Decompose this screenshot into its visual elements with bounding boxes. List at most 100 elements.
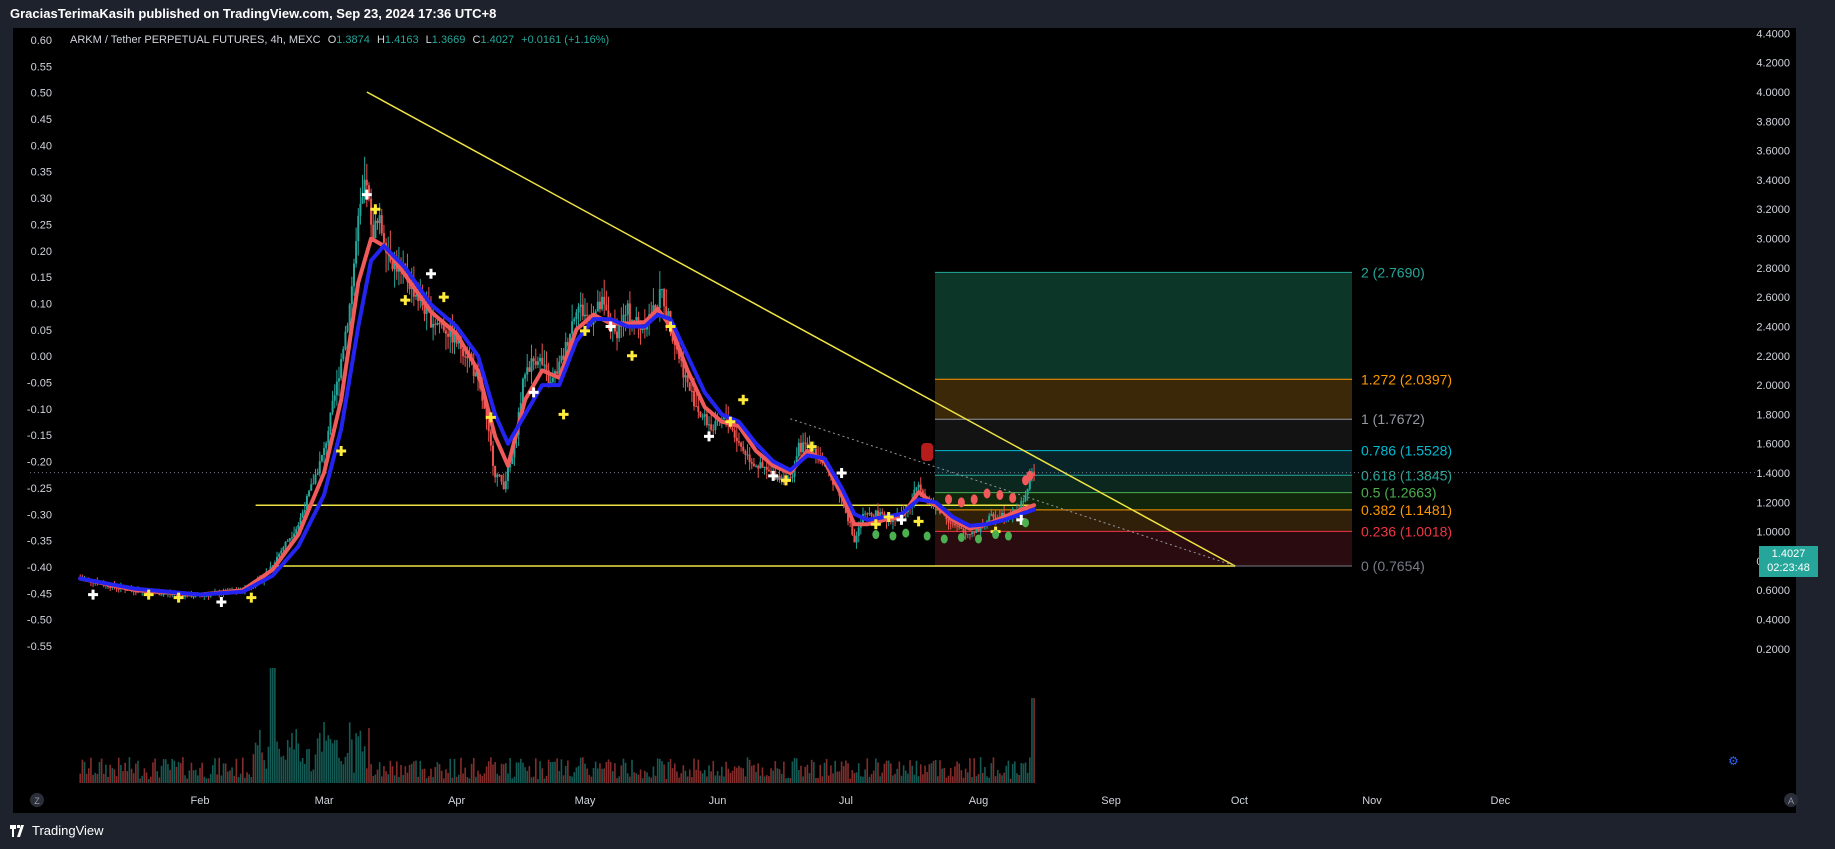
tradingview-brand[interactable]: TradingView	[10, 813, 104, 849]
candle-body	[667, 311, 670, 316]
volume-bar	[366, 768, 368, 783]
volume-bar	[635, 773, 638, 783]
candle-body	[1026, 489, 1029, 496]
price-chart[interactable]: 2 (2.7690) 1.272 (2.0397) 1 (1.7672) 0.786 …	[0, 0, 1835, 849]
volume-bar	[1001, 775, 1003, 783]
volume-bar	[457, 774, 460, 783]
candle-body	[737, 441, 740, 443]
signals-layer	[88, 189, 1034, 607]
volume-bar	[306, 749, 308, 783]
volume-bar	[515, 762, 518, 783]
volume-bar	[1005, 765, 1008, 783]
volume-bar	[113, 769, 116, 783]
volume-bar	[900, 775, 903, 783]
volume-bar	[505, 763, 507, 783]
volume-bar	[128, 757, 131, 783]
volume-bar	[303, 763, 306, 783]
left-axis-tick-label: 0.40	[31, 140, 52, 152]
volume-bar	[218, 757, 221, 783]
candle-body	[278, 553, 281, 557]
volume-bar	[1022, 763, 1025, 783]
volume-bar	[267, 746, 270, 783]
candle-body	[806, 443, 809, 445]
left-axis-tick-label: -0.45	[27, 588, 52, 600]
volume-bar	[999, 773, 1001, 783]
symbol-legend[interactable]: ARKM / Tether PERPETUAL FUTURES, 4h, MEX…	[70, 34, 609, 46]
volume-bar	[220, 775, 223, 783]
x-axis-tick-label: Apr	[448, 795, 465, 807]
compare-icon[interactable]: ⚙	[1728, 754, 1739, 768]
candle-body	[740, 442, 743, 447]
volume-bar	[684, 770, 687, 783]
volume-bar	[793, 757, 796, 783]
volume-bar	[124, 762, 126, 783]
volume-bar	[896, 768, 899, 783]
volume-bar	[87, 768, 90, 783]
volume-bar	[648, 776, 650, 783]
volume-bar	[590, 776, 593, 783]
volume-bar	[237, 777, 240, 783]
candle-body	[960, 527, 963, 529]
volume-bar	[738, 765, 740, 783]
left-axis-tick-label: 0.10	[31, 298, 52, 310]
right-axis-tick-label: 4.2000	[1756, 58, 1790, 70]
volume-bar	[224, 763, 227, 783]
volume-bar	[659, 758, 661, 783]
volume-bar	[314, 754, 317, 783]
volume-bar	[813, 761, 815, 783]
volume-bar	[201, 762, 203, 783]
volume-bar	[592, 768, 595, 783]
volume-bar	[338, 757, 340, 783]
volume-bar	[883, 763, 886, 783]
volume-bar	[949, 768, 952, 783]
candle-body	[868, 513, 871, 515]
candle-body	[956, 525, 959, 527]
volume-bar	[376, 769, 379, 783]
volume-bar	[391, 766, 394, 783]
candle-body	[744, 450, 747, 455]
right-axis-tick-label: 0.4000	[1756, 615, 1790, 627]
volume-bar	[616, 778, 618, 783]
volume-bar	[387, 774, 390, 783]
drawing-layer: 2 (2.7690) 1.272 (2.0397) 1 (1.7672) 0.786 …	[30, 91, 1757, 574]
brand-label: TradingView	[32, 823, 104, 838]
candle-body	[977, 528, 980, 532]
volume-bar	[410, 763, 413, 783]
slow-moving-average-line	[78, 243, 1037, 597]
x-axis-tick-label: Sep	[1101, 795, 1121, 807]
volume-bar	[847, 763, 849, 783]
volume-bar	[385, 771, 387, 783]
candle-body	[583, 314, 586, 317]
volume-bar	[130, 768, 133, 783]
volume-bar	[528, 766, 531, 783]
volume-bar	[323, 721, 325, 783]
volume-bar	[614, 763, 616, 783]
candle-body	[500, 474, 503, 482]
right-axis-tick-label: 1.6000	[1756, 439, 1790, 451]
volume-bar	[549, 761, 552, 783]
volume-bar	[862, 776, 864, 783]
volume-bar	[107, 777, 109, 783]
volume-bar	[673, 763, 676, 783]
candle-body	[586, 314, 589, 316]
left-axis-tick-label: 0.30	[31, 193, 52, 205]
volume-bar	[132, 773, 135, 783]
volume-bar	[139, 778, 141, 783]
candle-body	[714, 421, 717, 430]
candle-body	[284, 541, 287, 548]
volume-bar	[768, 776, 770, 783]
volume-bar	[911, 765, 913, 783]
volume-bar	[1018, 774, 1020, 783]
volume-bar	[611, 771, 614, 783]
candle-body	[917, 484, 920, 488]
volume-bar	[522, 762, 524, 783]
volume-bar	[601, 768, 603, 783]
candle-body	[712, 429, 715, 431]
candle-body	[282, 547, 285, 551]
candle-body	[958, 525, 961, 528]
volume-bar	[175, 766, 178, 783]
fib-level-label: 0.618 (1.3845)	[1361, 467, 1452, 483]
volume-bar	[644, 770, 646, 783]
volume-bar	[147, 778, 150, 783]
left-axis-tick-label: -0.50	[27, 615, 52, 627]
